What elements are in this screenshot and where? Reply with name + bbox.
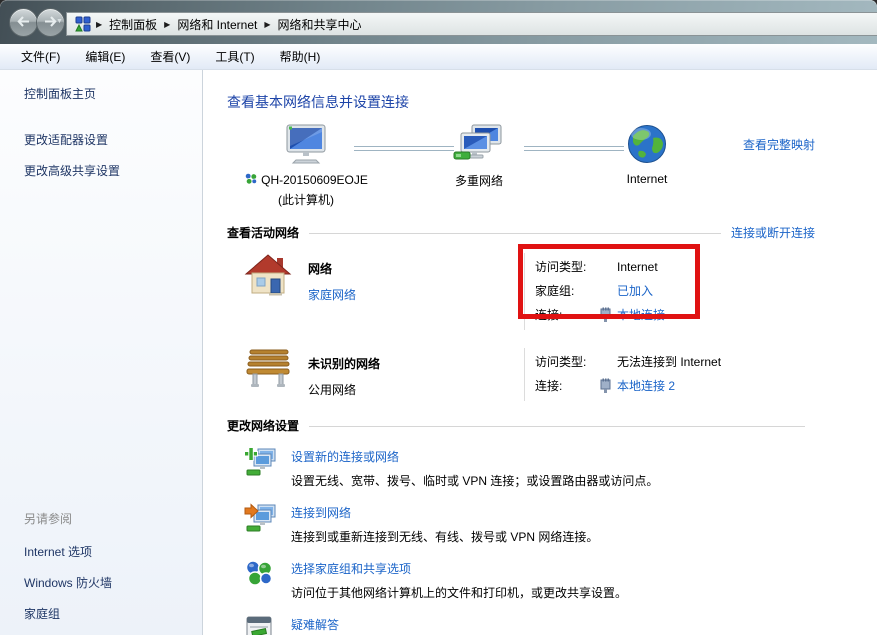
sidebar-item-homegroup[interactable]: 家庭组 (24, 605, 196, 622)
local-connection-2-link[interactable]: 本地连接 2 (617, 377, 675, 394)
homegroup-joined-link[interactable]: 已加入 (617, 282, 653, 299)
network-map: QH-20150609EOJE (此计算机) (227, 124, 815, 216)
title-bar: ▼ ▶ 控制面板 ▶ 网络和 Internet ▶ 网络和共享中心 (0, 0, 877, 44)
active-network-row-home: 网络 家庭网络 访问类型: Internet 家庭组: 已加入 (227, 243, 815, 338)
troubleshoot-link[interactable]: 疑难解答 (291, 618, 339, 632)
network-name: 未识别的网络 (308, 355, 380, 372)
detail-label: 家庭组: (535, 282, 599, 299)
internet-label: Internet (602, 172, 692, 186)
access-type-value: Internet (617, 260, 658, 274)
breadcrumb-network-sharing-center[interactable]: 网络和共享中心 (276, 16, 364, 33)
page-title: 查看基本网络信息并设置连接 (227, 92, 815, 112)
task-choose-homegroup: 选择家庭组和共享选项 访问位于其他网络计算机上的文件和打印机，或更改共享设置。 (227, 559, 815, 601)
detail-label: 连接: (535, 377, 599, 394)
active-networks-title: 查看活动网络 (227, 224, 299, 241)
left-task-pane: 控制面板主页 更改适配器设置 更改高级共享设置 另请参阅 Internet 选项… (0, 70, 203, 635)
choose-homegroup-link[interactable]: 选择家庭组和共享选项 (291, 562, 411, 576)
sidebar-item-internet-options[interactable]: Internet 选项 (24, 543, 196, 560)
computer-sub-label: (此计算机) (241, 191, 371, 208)
breadcrumb-arrow-icon: ▶ (259, 20, 275, 29)
map-node-multi-network: 多重网络 (424, 124, 534, 189)
menu-help[interactable]: 帮助(H) (271, 45, 330, 68)
connect-network-icon (244, 503, 278, 545)
detail-label: 访问类型: (535, 258, 599, 275)
see-also-header: 另请参阅 (24, 510, 196, 527)
computer-name-label[interactable]: QH-20150609EOJE (261, 173, 368, 187)
change-settings-title: 更改网络设置 (227, 417, 299, 434)
public-network-type: 公用网络 (308, 381, 380, 398)
map-node-internet: Internet (602, 124, 692, 186)
network-details: 访问类型: Internet 家庭组: 已加入 连接: (524, 253, 815, 330)
task-setup-new-connection: 设置新的连接或网络 设置无线、宽带、拨号、临时或 VPN 连接；或设置路由器或访… (227, 447, 815, 489)
breadcrumb-control-panel[interactable]: 控制面板 (107, 16, 159, 33)
ethernet-icon (599, 307, 617, 322)
back-arrow-icon (17, 16, 30, 30)
recent-pages-dropdown[interactable]: ▼ (56, 18, 63, 25)
network-details: 访问类型: 无法连接到 Internet 连接: (524, 348, 815, 401)
multi-network-label[interactable]: 多重网络 (424, 172, 534, 189)
home-network-type-link[interactable]: 家庭网络 (308, 286, 356, 303)
settings-task-list: 设置新的连接或网络 设置无线、宽带、拨号、临时或 VPN 连接；或设置路由器或访… (227, 447, 815, 635)
network-center-icon (75, 16, 91, 32)
detail-label: 连接: (535, 306, 599, 323)
breadcrumb-network-internet[interactable]: 网络和 Internet (175, 16, 259, 33)
sidebar-item-control-panel-home[interactable]: 控制面板主页 (24, 85, 196, 102)
public-network-bench-icon (244, 348, 292, 401)
network-name: 网络 (308, 260, 356, 277)
connect-disconnect-link[interactable]: 连接或断开连接 (731, 224, 815, 241)
sidebar-item-change-advanced-sharing[interactable]: 更改高级共享设置 (24, 162, 196, 179)
sidebar-spacer (24, 193, 196, 510)
access-type-value: 无法连接到 Internet (617, 353, 721, 370)
nav-buttons (9, 8, 63, 37)
main-content: 查看基本网络信息并设置连接 (203, 70, 877, 635)
troubleshoot-icon (244, 615, 278, 635)
task-connect-to-network: 连接到网络 连接到或重新连接到无线、有线、拨号或 VPN 网络连接。 (227, 503, 815, 545)
homegroup-icon (244, 172, 258, 188)
sidebar-item-change-adapter-settings[interactable]: 更改适配器设置 (24, 131, 196, 148)
address-bar[interactable]: ▶ 控制面板 ▶ 网络和 Internet ▶ 网络和共享中心 (66, 12, 877, 36)
home-network-icon (244, 253, 292, 330)
menu-file[interactable]: 文件(F) (12, 45, 69, 68)
setup-connection-icon (244, 447, 278, 489)
internet-globe-icon (627, 153, 667, 167)
local-connection-link[interactable]: 本地连接 (617, 306, 665, 323)
change-settings-header: 更改网络设置 (227, 417, 815, 434)
breadcrumb-arrow-icon: ▶ (159, 20, 175, 29)
task-troubleshoot: 疑难解答 诊断并修复网络问题，或获得故障排除信息。 (227, 615, 815, 635)
map-node-computer: QH-20150609EOJE (此计算机) (241, 124, 371, 208)
sidebar-item-windows-firewall[interactable]: Windows 防火墙 (24, 574, 196, 591)
active-networks-header: 查看活动网络 连接或断开连接 (227, 224, 815, 241)
breadcrumb-arrow-icon: ▶ (91, 20, 107, 29)
homegroup-icon (244, 559, 278, 601)
task-description: 连接到或重新连接到无线、有线、拨号或 VPN 网络连接。 (291, 528, 598, 545)
ethernet-icon (599, 378, 617, 393)
back-button[interactable] (9, 8, 38, 37)
see-full-map-link[interactable]: 查看完整映射 (743, 136, 815, 153)
menu-view[interactable]: 查看(V) (141, 45, 199, 68)
divider-rule (309, 426, 805, 427)
task-description: 访问位于其他网络计算机上的文件和打印机，或更改共享设置。 (291, 584, 627, 601)
setup-new-connection-link[interactable]: 设置新的连接或网络 (291, 450, 399, 464)
active-network-row-unidentified: 未识别的网络 公用网络 访问类型: 无法连接到 Internet 连接: (227, 338, 815, 409)
task-description: 设置无线、宽带、拨号、临时或 VPN 连接；或设置路由器或访问点。 (291, 472, 658, 489)
connect-to-network-link[interactable]: 连接到网络 (291, 506, 351, 520)
computer-icon (282, 153, 330, 167)
menu-tools[interactable]: 工具(T) (206, 45, 263, 68)
menu-edit[interactable]: 编辑(E) (76, 45, 134, 68)
divider-rule (309, 233, 721, 234)
network-sharing-center-window: ▼ ▶ 控制面板 ▶ 网络和 Internet ▶ 网络和共享中心 文件(F) … (0, 0, 877, 635)
detail-label: 访问类型: (535, 353, 599, 370)
menu-bar: 文件(F) 编辑(E) 查看(V) 工具(T) 帮助(H) (0, 44, 877, 70)
multiple-networks-icon (452, 153, 506, 167)
